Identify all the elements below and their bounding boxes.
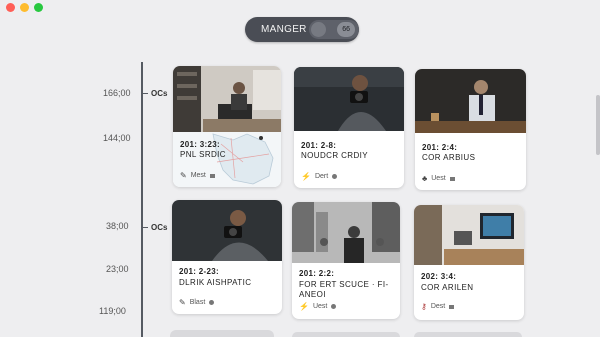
toggle-value: 66 [337, 22, 355, 37]
card-title: COR ARILEN [421, 283, 474, 292]
pencil-icon: ✎ [179, 298, 186, 307]
vertical-scrollbar[interactable] [596, 95, 600, 155]
card-date: 201: 2-23: [179, 267, 219, 276]
card-meta-label: Dest [430, 303, 446, 310]
card-meta: ✎ Mest [180, 171, 215, 180]
timeline-lane-label: OCs [151, 89, 168, 98]
timeline-tick: 119;00 [99, 306, 126, 316]
desk-portrait-thumbnail [415, 69, 526, 133]
card-title: FOR ERT SCUCE · FI-ANEOI [299, 280, 389, 299]
photographer-photo-thumbnail [172, 200, 282, 261]
message-icon [449, 304, 455, 309]
timeline-tick: 144;00 [103, 133, 131, 143]
card-title: NOUDCR CRDIY [301, 151, 369, 160]
close-window-button[interactable] [6, 3, 15, 12]
card-date: 201: 3:23: [180, 140, 220, 149]
group-icon: ♣ [422, 174, 428, 183]
card-meta-label: Blast [189, 299, 206, 306]
card-meta-label: Uest [431, 175, 446, 182]
card-date: 201: 2:4: [422, 143, 458, 152]
timeline-tick: 23;00 [106, 264, 129, 274]
card-meta: ⚡ Dert [301, 172, 338, 181]
minimize-window-button[interactable] [20, 3, 29, 12]
card-meta-label: Dert [314, 173, 329, 180]
card-date: 202: 3:4: [421, 272, 457, 281]
toggle-knob[interactable] [311, 22, 326, 37]
bolt-icon: ⚡ [299, 302, 309, 311]
timeline-card-partial[interactable] [292, 332, 400, 337]
card-title: PNL SRDIC [180, 150, 226, 159]
card-date: 201: 2-8: [301, 141, 337, 150]
timeline-lane-label: OCs [151, 223, 168, 232]
timeline-tick: 166;00 [103, 88, 131, 98]
timeline-dash [141, 93, 148, 94]
timeline-card[interactable]: 201: 2:4: COR ARBIUS ♣ Uest [415, 69, 526, 190]
timeline-dash [141, 227, 148, 228]
app-window: MANGER 66 166;00 144;00 38;00 23;00 119;… [0, 0, 600, 337]
window-controls [6, 3, 43, 12]
timeline-card[interactable]: 202: 3:4: COR ARILEN ⚷ Dest [414, 205, 524, 320]
view-toggle[interactable]: 66 [309, 20, 359, 39]
comment-icon [332, 174, 338, 179]
timeline-card[interactable]: 201: 2-8: NOUDCR CRDIY ⚡ Dert [294, 67, 404, 188]
timeline-card-partial[interactable] [414, 332, 522, 337]
maximize-window-button[interactable] [34, 3, 43, 12]
message-icon [209, 173, 215, 178]
card-meta-label: Mest [190, 172, 206, 179]
timeline-card-partial[interactable] [170, 330, 274, 337]
timeline-tick: 38;00 [106, 221, 129, 231]
bolt-icon: ⚡ [301, 172, 311, 181]
timeline-card[interactable]: 201: 2-23: DLRIK AISHPATIC ✎ Blast [172, 200, 282, 314]
card-meta: ✎ Blast [179, 298, 215, 307]
street-crowd-thumbnail [292, 202, 400, 263]
key-icon: ⚷ [421, 302, 427, 311]
view-switcher-label: MANGER [261, 24, 307, 35]
workspace-thumbnail [414, 205, 524, 265]
message-icon [449, 176, 455, 181]
card-meta: ⚷ Dest [421, 302, 455, 311]
photographer-photo-thumbnail [294, 67, 404, 131]
card-title: DLRIK AISHPATIC [179, 278, 252, 287]
card-meta: ♣ Uest [422, 174, 455, 183]
office-photo-thumbnail [173, 66, 281, 132]
comment-icon [331, 304, 337, 309]
pencil-icon: ✎ [180, 171, 187, 180]
card-meta: ⚡ Uest [299, 302, 337, 311]
comment-icon [209, 300, 215, 305]
timeline-card[interactable]: 201: 3:23: PNL SRDIC ✎ Mest [173, 66, 281, 187]
card-meta-label: Uest [312, 303, 328, 310]
timeline-axis [141, 62, 143, 337]
card-title: COR ARBIUS [422, 153, 476, 162]
timeline-card[interactable]: 201: 2:2: FOR ERT SCUCE · FI-ANEOI ⚡ Ues… [292, 202, 400, 319]
view-switcher[interactable]: MANGER 66 [245, 17, 359, 42]
card-date: 201: 2:2: [299, 269, 335, 278]
